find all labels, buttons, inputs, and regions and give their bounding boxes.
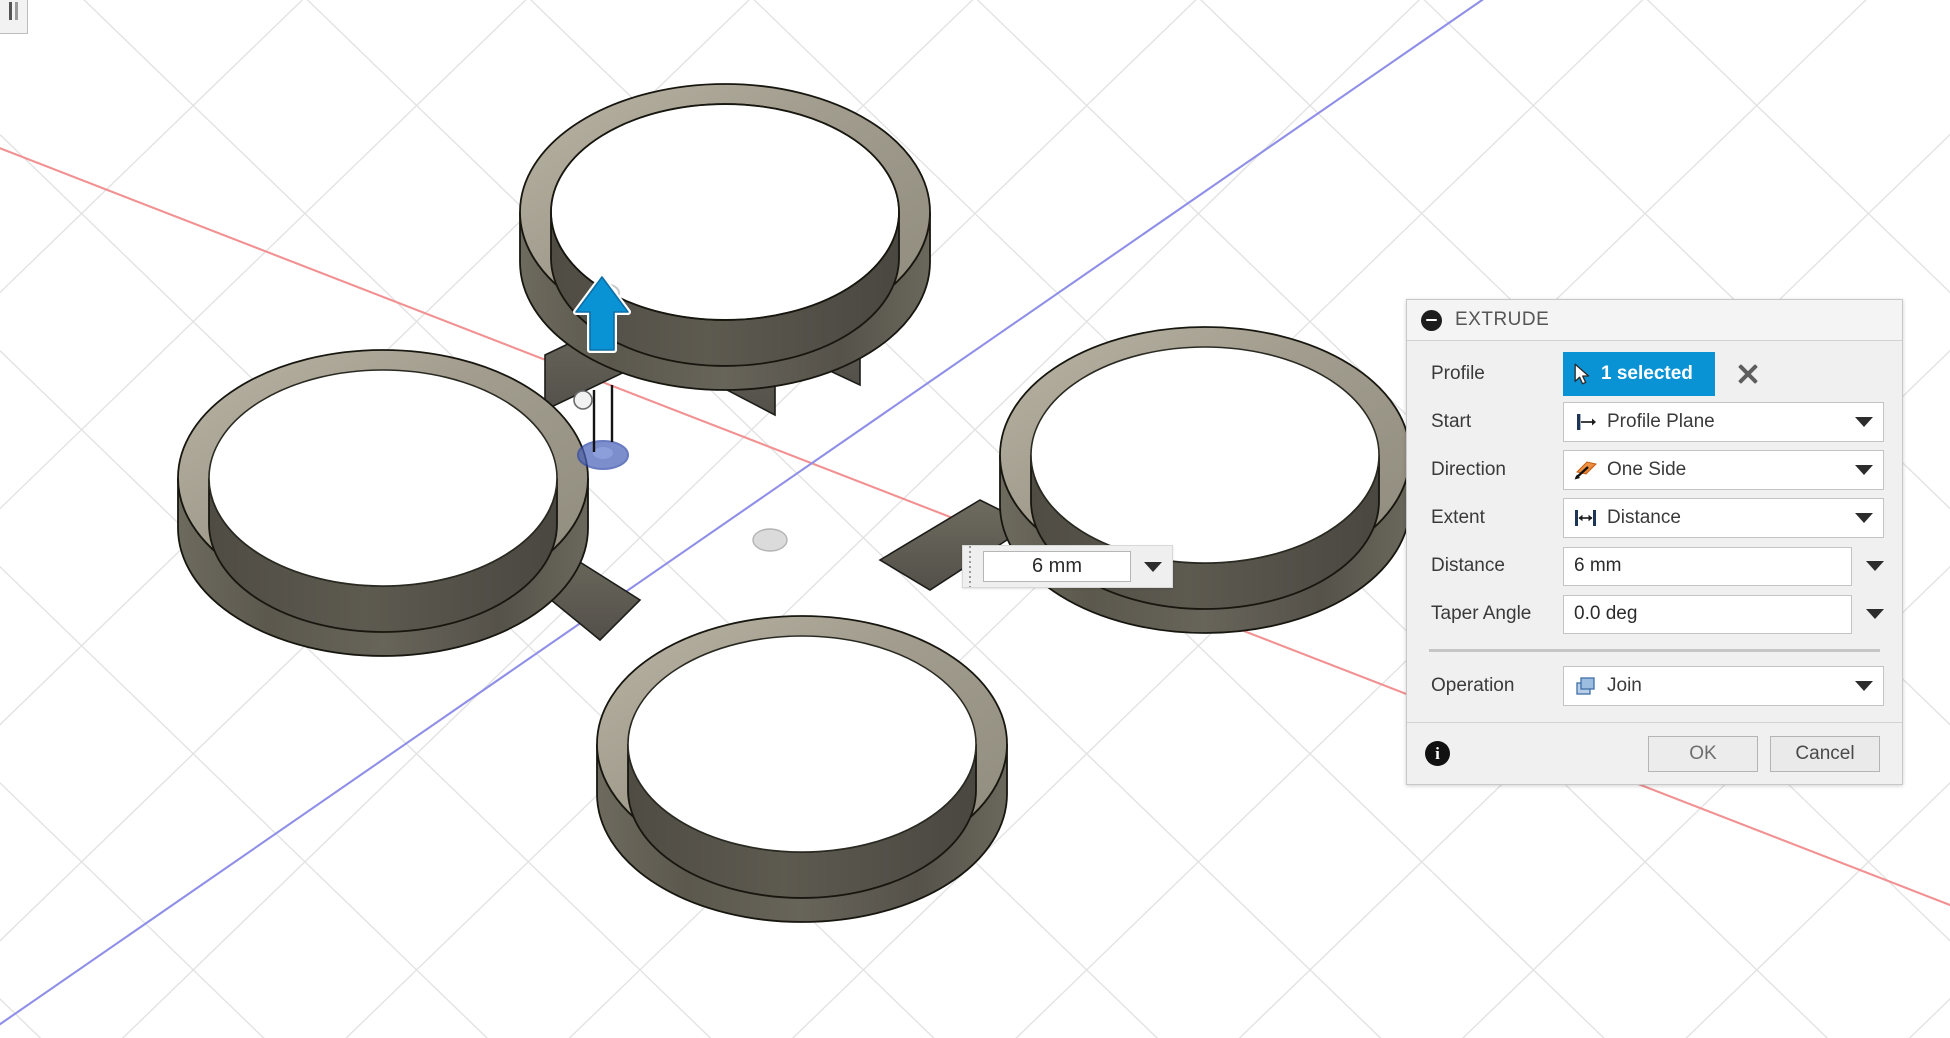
ring-top[interactable] <box>519 83 931 391</box>
operation-select[interactable]: Join <box>1563 666 1884 706</box>
offset-handle[interactable] <box>573 390 593 410</box>
field-distance: 6 mm <box>1563 546 1884 586</box>
label-profile: Profile <box>1431 363 1485 384</box>
distance-extent-icon <box>1573 508 1599 528</box>
close-icon[interactable] <box>1737 363 1759 385</box>
collapse-dash <box>1426 318 1437 322</box>
drag-handle-icon[interactable] <box>963 546 977 587</box>
ring-bottom[interactable] <box>596 615 1008 923</box>
extent-value: Distance <box>1607 507 1681 528</box>
dialog-separator <box>1429 649 1880 652</box>
chevron-down-icon[interactable] <box>1866 561 1884 571</box>
profile-plane-icon <box>1573 412 1599 432</box>
dialog-title-bar[interactable]: EXTRUDE <box>1407 300 1902 341</box>
field-profile: 1 selected <box>1563 352 1884 396</box>
row-distance: Distance 6 mm <box>1407 542 1902 590</box>
chevron-down-icon[interactable] <box>1144 561 1162 572</box>
canvas-distance-input-group[interactable]: 6 mm <box>962 545 1173 588</box>
row-start: Start Profile Plane <box>1407 398 1902 446</box>
ok-button[interactable]: OK <box>1648 735 1758 772</box>
start-value: Profile Plane <box>1607 411 1715 432</box>
label-taper-angle: Taper Angle <box>1431 603 1532 624</box>
extrude-dialog[interactable]: EXTRUDE Profile 1 selected Start Profile… <box>1406 299 1903 785</box>
extent-select[interactable]: Distance <box>1563 498 1884 538</box>
field-taper-angle: 0.0 deg <box>1563 594 1884 634</box>
direction-select[interactable]: One Side <box>1563 450 1884 490</box>
chevron-down-icon[interactable] <box>1855 465 1873 475</box>
canvas-distance-input[interactable]: 6 mm <box>983 551 1131 582</box>
field-extent: Distance <box>1563 498 1884 538</box>
label-distance: Distance <box>1431 555 1505 576</box>
label-extent: Extent <box>1431 507 1485 528</box>
taper-angle-input[interactable]: 0.0 deg <box>1563 594 1852 634</box>
field-start: Profile Plane <box>1563 402 1884 442</box>
row-profile: Profile 1 selected <box>1407 350 1902 398</box>
label-start: Start <box>1431 411 1472 432</box>
extrude-base-handle[interactable] <box>577 440 629 470</box>
row-direction: Direction One Side <box>1407 446 1902 494</box>
dialog-title: EXTRUDE <box>1455 309 1550 330</box>
cursor-icon <box>1574 363 1590 385</box>
label-operation: Operation <box>1431 675 1515 696</box>
collapse-icon[interactable] <box>1421 309 1442 331</box>
chevron-down-icon[interactable] <box>1866 609 1884 619</box>
profile-chip-text: 1 selected <box>1601 363 1693 384</box>
operation-value: Join <box>1607 675 1642 696</box>
chevron-down-icon[interactable] <box>1855 513 1873 523</box>
origin-point[interactable] <box>752 528 788 552</box>
one-side-icon <box>1573 459 1599 481</box>
info-icon[interactable]: i <box>1425 741 1450 766</box>
chevron-down-icon[interactable] <box>1855 417 1873 427</box>
start-select[interactable]: Profile Plane <box>1563 402 1884 442</box>
join-icon <box>1573 675 1599 697</box>
row-operation: Operation Join <box>1407 662 1902 710</box>
profile-selection-chip[interactable]: 1 selected <box>1563 352 1715 396</box>
ring-left[interactable] <box>177 349 589 657</box>
field-direction: One Side <box>1563 450 1884 490</box>
label-direction: Direction <box>1431 459 1506 480</box>
dialog-footer: i OK Cancel <box>1407 722 1902 784</box>
dialog-body: Profile 1 selected Start Profile Plane D… <box>1407 341 1902 722</box>
row-extent: Extent Distance <box>1407 494 1902 542</box>
distance-input[interactable]: 6 mm <box>1563 546 1852 586</box>
cancel-button[interactable]: Cancel <box>1770 735 1880 772</box>
field-operation: Join <box>1563 666 1884 706</box>
row-taper-angle: Taper Angle 0.0 deg <box>1407 590 1902 638</box>
chevron-down-icon[interactable] <box>1855 681 1873 691</box>
direction-value: One Side <box>1607 459 1687 480</box>
